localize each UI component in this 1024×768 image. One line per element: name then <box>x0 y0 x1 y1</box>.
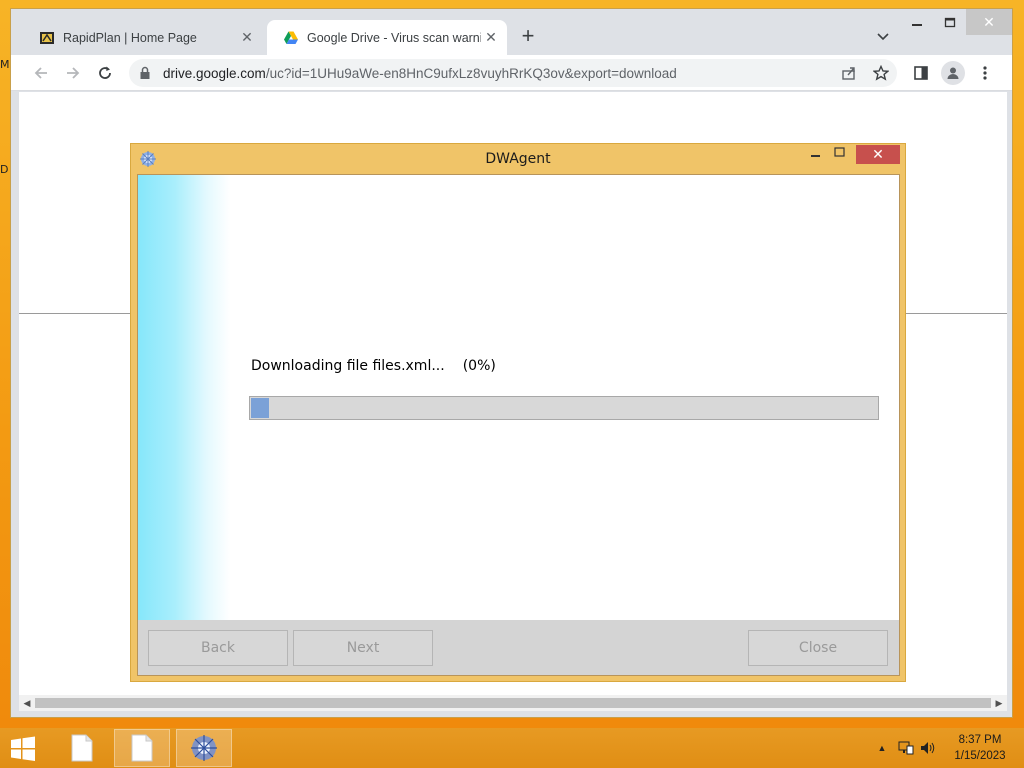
taskbar-file-icon[interactable] <box>114 729 170 767</box>
tab-strip: RapidPlan | Home Page ✕ Google Drive - V… <box>11 9 1012 55</box>
scroll-left-icon[interactable]: ◀ <box>20 696 34 710</box>
kebab-menu-icon[interactable] <box>973 61 997 85</box>
url-host: drive.google.com <box>163 65 266 81</box>
dialog-titlebar[interactable]: DWAgent ✕ <box>131 144 905 174</box>
close-tab-icon[interactable]: ✕ <box>481 28 501 48</box>
url-path: /uc?id=1UHu9aWe-en8HnC9ufxLz8vuyhRrKQ3ov… <box>265 65 677 81</box>
lock-icon[interactable] <box>139 66 153 80</box>
back-button[interactable]: Back <box>148 630 288 666</box>
desktop-edge-label-d: D <box>0 163 9 176</box>
window-controls: ✕ <box>900 9 1012 35</box>
tab-google-drive[interactable]: Google Drive - Virus scan warnin ✕ <box>267 20 507 55</box>
google-drive-icon <box>283 30 299 46</box>
browser-toolbar: drive.google.com/uc?id=1UHu9aWe-en8HnC9u… <box>11 55 1012 91</box>
back-arrow-icon[interactable] <box>29 61 53 85</box>
dialog-content: Downloading file files.xml... (0%) Back N… <box>137 174 900 676</box>
dialog-maximize-icon[interactable] <box>834 146 852 164</box>
reload-icon[interactable] <box>93 61 117 85</box>
progress-fill <box>251 398 269 418</box>
tab-search-chevron-icon[interactable] <box>876 29 896 45</box>
dwagent-dialog: DWAgent ✕ Downloading file files.xml... (… <box>130 143 906 682</box>
rapidplan-favicon-icon <box>39 30 55 46</box>
clock-time: 8:37 PM <box>958 734 1002 746</box>
new-tab-button[interactable]: + <box>516 25 540 49</box>
clock-date: 1/15/2023 <box>954 750 1006 762</box>
horizontal-scrollbar[interactable]: ◀ ▶ <box>19 695 1007 711</box>
address-bar[interactable]: drive.google.com/uc?id=1UHu9aWe-en8HnC9u… <box>129 59 897 87</box>
download-progress-bar <box>249 396 879 420</box>
dialog-minimize-icon[interactable] <box>807 146 825 164</box>
dialog-close-icon[interactable]: ✕ <box>856 145 900 164</box>
tab-title: RapidPlan | Home Page <box>63 30 197 45</box>
next-button[interactable]: Next <box>293 630 433 666</box>
maximize-icon[interactable] <box>933 9 966 35</box>
network-icon[interactable] <box>898 740 914 756</box>
share-icon[interactable] <box>837 61 861 85</box>
download-status-text: Downloading file files.xml... <box>251 358 445 374</box>
minimize-icon[interactable] <box>900 9 933 35</box>
close-window-icon[interactable]: ✕ <box>966 9 1012 35</box>
scroll-right-icon[interactable]: ▶ <box>992 696 1006 710</box>
forward-arrow-icon[interactable] <box>61 61 85 85</box>
tab-title: Google Drive - Virus scan warnin <box>307 30 481 45</box>
download-status: Downloading file files.xml... (0%) <box>251 358 496 374</box>
dialog-title: DWAgent <box>485 151 551 167</box>
close-tab-icon[interactable]: ✕ <box>237 28 257 48</box>
bookmark-star-icon[interactable] <box>869 61 893 85</box>
scrollbar-thumb[interactable] <box>35 698 991 708</box>
side-panel-icon[interactable] <box>909 61 933 85</box>
volume-icon[interactable] <box>920 740 936 756</box>
taskbar-file-icon[interactable] <box>54 729 110 767</box>
desktop-edge-label-m: M <box>0 58 10 71</box>
download-percent: (0%) <box>462 358 496 374</box>
side-banner-image <box>138 175 230 620</box>
start-windows-icon[interactable] <box>10 736 38 762</box>
profile-avatar-icon[interactable] <box>941 61 965 85</box>
dialog-footer: Back Next Close <box>138 620 899 675</box>
taskbar-clock[interactable]: 8:37 PM 1/15/2023 <box>940 732 1020 764</box>
tray-overflow-chevron-icon[interactable]: ▲ <box>874 740 890 756</box>
tab-rapidplan[interactable]: RapidPlan | Home Page ✕ <box>23 20 263 55</box>
taskbar-dwagent-icon[interactable] <box>176 729 232 767</box>
close-button[interactable]: Close <box>748 630 888 666</box>
taskbar: ▲ 8:37 PM 1/15/2023 <box>0 728 1024 768</box>
